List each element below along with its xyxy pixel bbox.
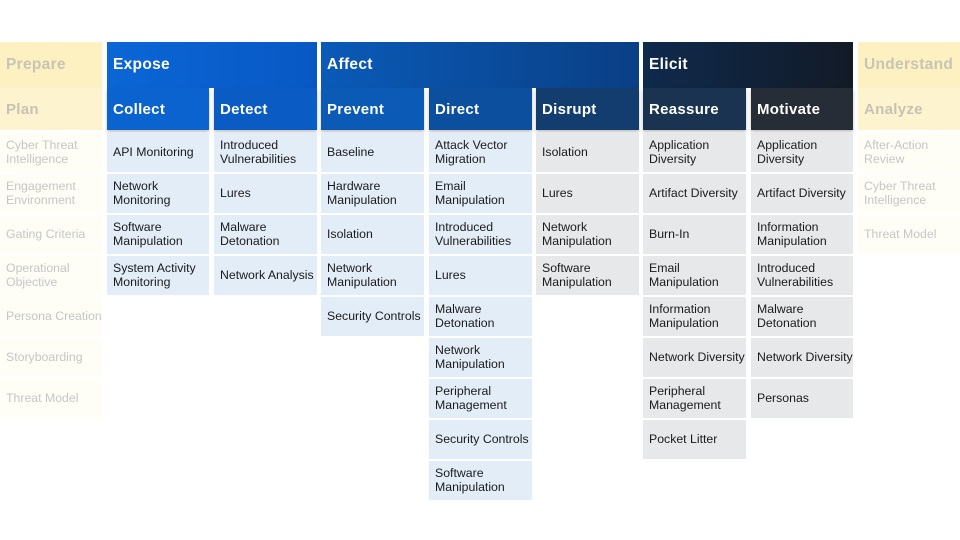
technique-column-prevent: Baseline Hardware Manipulation Isolation Ne…: [321, 133, 424, 336]
goal-prepare: Prepare: [0, 42, 102, 88]
technique-cell[interactable]: Isolation: [321, 215, 424, 254]
technique-cell[interactable]: Introduced Vulnerabilities: [214, 133, 317, 172]
technique-column-analyze: After-Action Review Cyber Threat Intellig…: [858, 133, 960, 254]
technique-column-plan: Cyber Threat Intelligence Engagement Envi…: [0, 133, 102, 418]
technique-column-collect: API Monitoring Network Monitoring Software…: [107, 133, 209, 295]
technique-cell[interactable]: Operational Objective: [0, 256, 102, 295]
technique-cell[interactable]: Email Manipulation: [429, 174, 532, 213]
technique-column-reassure: Application Diversity Artifact Diversity B…: [643, 133, 746, 459]
technique-cell[interactable]: Network Manipulation: [321, 256, 424, 295]
technique-cell[interactable]: Threat Model: [858, 215, 960, 254]
activity-label: Collect: [113, 100, 166, 118]
activity-prevent: Prevent: [321, 88, 424, 130]
technique-cell[interactable]: Lures: [536, 174, 639, 213]
technique-cell[interactable]: Introduced Vulnerabilities: [751, 256, 853, 295]
goal-label: Prepare: [6, 56, 66, 73]
goal-label: Expose: [113, 56, 170, 73]
goal-understand: Understand: [858, 42, 960, 88]
technique-cell[interactable]: Personas: [751, 379, 853, 418]
technique-cell[interactable]: Peripheral Management: [643, 379, 746, 418]
technique-cell[interactable]: Persona Creation: [0, 297, 102, 336]
technique-cell[interactable]: Information Manipulation: [643, 297, 746, 336]
activity-label: Motivate: [757, 100, 821, 118]
activity-reassure: Reassure: [643, 88, 746, 130]
technique-column-motivate: Application Diversity Artifact Diversity I…: [751, 133, 853, 418]
activity-label: Reassure: [649, 100, 719, 118]
technique-cell[interactable]: Hardware Manipulation: [321, 174, 424, 213]
technique-cell[interactable]: Software Manipulation: [107, 215, 209, 254]
activity-direct: Direct: [429, 88, 532, 130]
technique-cell[interactable]: Network Manipulation: [429, 338, 532, 377]
technique-cell[interactable]: After-Action Review: [858, 133, 960, 172]
activity-disrupt: Disrupt: [536, 88, 639, 130]
technique-cell[interactable]: Information Manipulation: [751, 215, 853, 254]
activity-label: Detect: [220, 100, 268, 118]
technique-column-direct: Attack Vector Migration Email Manipulatio…: [429, 133, 532, 500]
technique-cell[interactable]: Lures: [214, 174, 317, 213]
goal-label: Understand: [864, 56, 954, 73]
technique-cell[interactable]: Attack Vector Migration: [429, 133, 532, 172]
technique-cell[interactable]: Email Manipulation: [643, 256, 746, 295]
technique-cell[interactable]: Baseline: [321, 133, 424, 172]
technique-cell[interactable]: Peripheral Management: [429, 379, 532, 418]
technique-cell[interactable]: Network Manipulation: [536, 215, 639, 254]
technique-cell[interactable]: Software Manipulation: [536, 256, 639, 295]
technique-cell[interactable]: Introduced Vulnerabilities: [429, 215, 532, 254]
technique-cell[interactable]: Security Controls: [321, 297, 424, 336]
technique-cell[interactable]: Burn-In: [643, 215, 746, 254]
activity-label: Disrupt: [542, 100, 597, 118]
technique-cell[interactable]: System Activity Monitoring: [107, 256, 209, 295]
activity-label: Plan: [6, 100, 39, 118]
activity-detect: Detect: [214, 88, 317, 130]
activity-label: Analyze: [864, 100, 923, 118]
goal-label: Affect: [327, 56, 373, 73]
activity-label: Prevent: [327, 100, 385, 118]
technique-cell[interactable]: Threat Model: [0, 379, 102, 418]
technique-cell[interactable]: Gating Criteria: [0, 215, 102, 254]
technique-cell[interactable]: Malware Detonation: [214, 215, 317, 254]
technique-cell[interactable]: Cyber Threat Intelligence: [858, 174, 960, 213]
technique-cell[interactable]: Cyber Threat Intelligence: [0, 133, 102, 172]
technique-column-detect: Introduced Vulnerabilities Lures Malware D…: [214, 133, 317, 295]
technique-cell[interactable]: Application Diversity: [751, 133, 853, 172]
technique-cell[interactable]: Security Controls: [429, 420, 532, 459]
technique-cell[interactable]: API Monitoring: [107, 133, 209, 172]
goal-label: Elicit: [649, 56, 688, 73]
technique-cell[interactable]: Network Diversity: [643, 338, 746, 377]
technique-column-disrupt: Isolation Lures Network Manipulation Softwa…: [536, 133, 639, 295]
technique-cell[interactable]: Isolation: [536, 133, 639, 172]
goal-elicit: Elicit: [643, 42, 853, 88]
technique-cell[interactable]: Network Analysis: [214, 256, 317, 295]
goal-expose: Expose: [107, 42, 317, 88]
activity-plan: Plan: [0, 88, 102, 130]
technique-cell[interactable]: Storyboarding: [0, 338, 102, 377]
technique-cell[interactable]: Malware Detonation: [751, 297, 853, 336]
technique-cell[interactable]: Software Manipulation: [429, 461, 532, 500]
activity-motivate: Motivate: [751, 88, 853, 130]
activity-collect: Collect: [107, 88, 209, 130]
activity-analyze: Analyze: [858, 88, 960, 130]
goal-affect: Affect: [321, 42, 639, 88]
technique-cell[interactable]: Artifact Diversity: [643, 174, 746, 213]
technique-cell[interactable]: Malware Detonation: [429, 297, 532, 336]
technique-cell[interactable]: Network Monitoring: [107, 174, 209, 213]
technique-cell[interactable]: Engagement Environment: [0, 174, 102, 213]
activity-label: Direct: [435, 100, 480, 118]
technique-cell[interactable]: Pocket Litter: [643, 420, 746, 459]
technique-cell[interactable]: Application Diversity: [643, 133, 746, 172]
technique-cell[interactable]: Artifact Diversity: [751, 174, 853, 213]
technique-cell[interactable]: Network Diversity: [751, 338, 853, 377]
technique-cell[interactable]: Lures: [429, 256, 532, 295]
